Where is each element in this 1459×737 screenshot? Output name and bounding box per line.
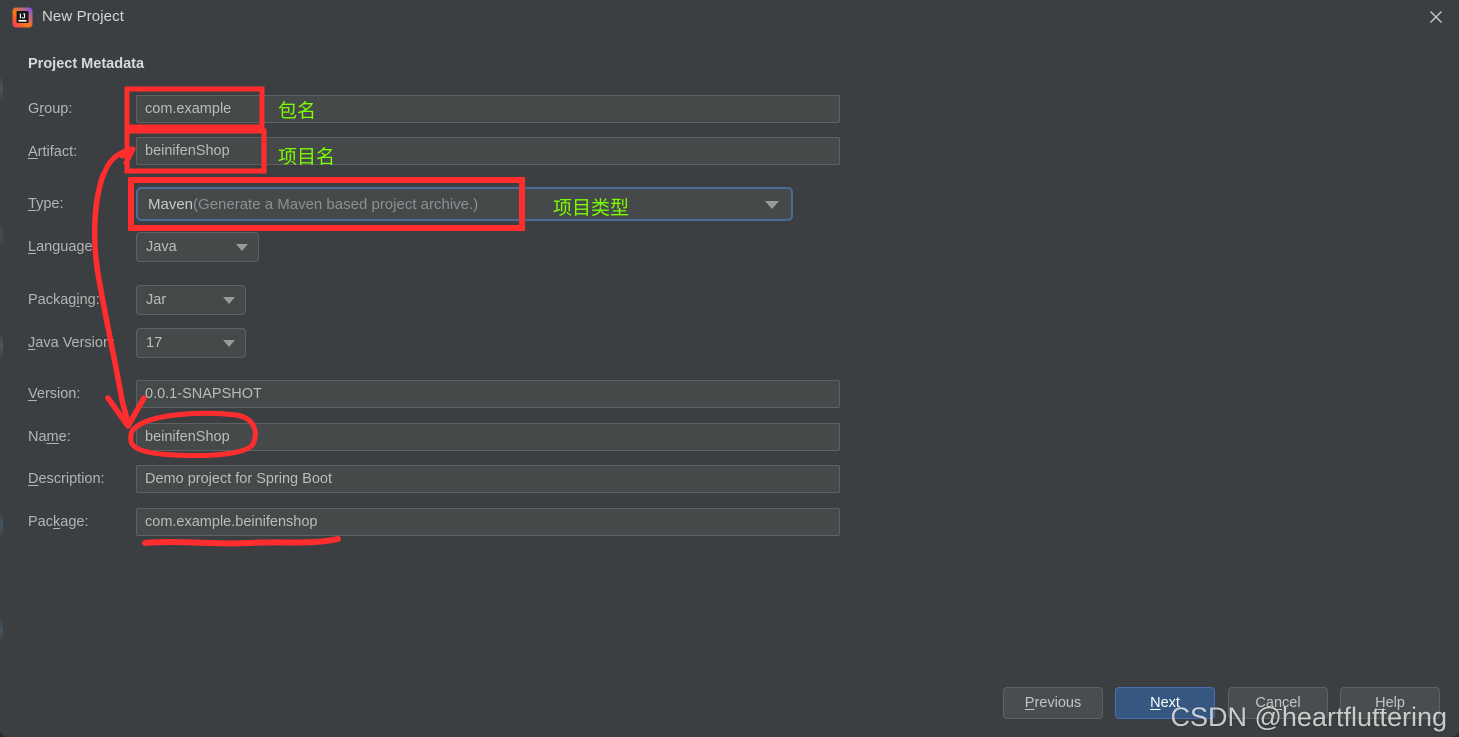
label-package: Package: <box>28 514 89 530</box>
type-combo[interactable]: Maven (Generate a Maven based project ar… <box>136 187 793 221</box>
svg-text:IJ: IJ <box>19 12 25 21</box>
close-icon[interactable] <box>1413 0 1459 33</box>
label-group: Group: <box>28 101 73 117</box>
annotation-underline-package <box>142 536 341 547</box>
intellij-idea-icon: IJ <box>12 7 33 28</box>
name-input[interactable]: beinifenShop <box>136 423 840 451</box>
language-combo[interactable]: Java <box>136 232 259 262</box>
packaging-combo[interactable]: Jar <box>136 285 246 315</box>
chevron-down-icon <box>223 297 235 304</box>
annotation-note-project-type: 项目类型 <box>553 197 630 219</box>
type-value: Maven <box>148 195 194 213</box>
page-title: Project Metadata <box>28 56 145 72</box>
group-input[interactable]: com.example <box>136 95 840 123</box>
label-type: Type: <box>28 196 64 212</box>
artifact-input[interactable]: beinifenShop <box>136 137 840 165</box>
package-input[interactable]: com.example.beinifenshop <box>136 508 840 536</box>
java-version-combo[interactable]: 17 <box>136 328 246 358</box>
chevron-down-icon <box>236 244 248 251</box>
label-artifact: Artifact: <box>28 144 78 160</box>
type-hint: (Generate a Maven based project archive.… <box>193 195 479 213</box>
chevron-down-icon <box>223 340 235 347</box>
label-language: Language: <box>28 239 97 255</box>
previous-button[interactable]: Previous <box>1003 687 1103 719</box>
description-input[interactable]: Demo project for Spring Boot <box>136 465 840 493</box>
version-input[interactable]: 0.0.1-SNAPSHOT <box>136 380 840 408</box>
new-project-dialog: IJ New Project Project Metadata Group: c… <box>0 0 1459 737</box>
label-packaging: Packaging: <box>28 292 100 308</box>
csdn-watermark: CSDN @heartfluttering <box>1170 702 1447 732</box>
annotation-arrow-tail <box>100 146 136 180</box>
label-version: Version: <box>28 386 81 402</box>
label-description: Description: <box>28 471 105 487</box>
annotation-note-package-name: 包名 <box>278 100 317 122</box>
title-bar: IJ New Project <box>0 0 1459 36</box>
annotation-note-project-name: 项目名 <box>278 146 336 168</box>
background-window-edge <box>0 36 3 696</box>
label-java-version: Java Version: <box>28 335 116 351</box>
window-title: New Project <box>42 8 124 25</box>
packaging-value: Jar <box>146 292 167 308</box>
language-value: Java <box>146 239 177 255</box>
label-name: Name: <box>28 429 71 445</box>
java-version-value: 17 <box>146 335 163 351</box>
chevron-down-icon <box>765 201 779 209</box>
